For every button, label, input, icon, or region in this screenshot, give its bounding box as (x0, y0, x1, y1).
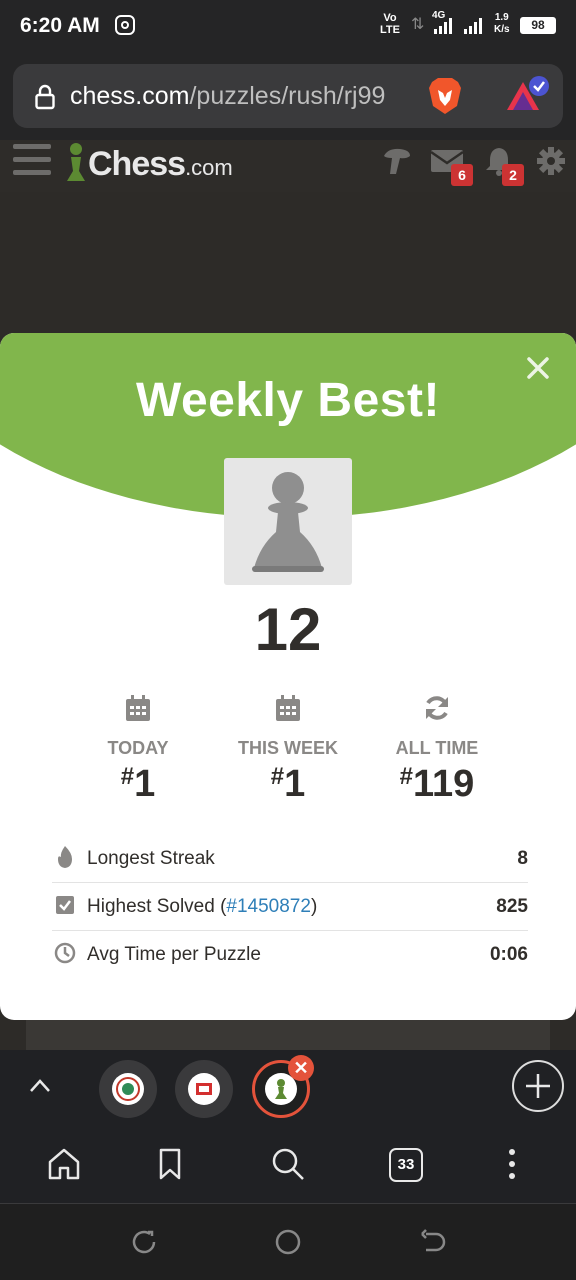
notifications-badge: 2 (502, 164, 524, 186)
stats-list: Longest Streak 8 Highest Solved (#145087… (52, 835, 528, 979)
row-value: 0:06 (489, 944, 528, 965)
stat-label: THIS WEEK (237, 738, 338, 758)
settings-gear-icon[interactable] (534, 146, 568, 176)
close-tab-button[interactable]: ✕ (288, 1055, 314, 1081)
tab-thumbnail-1[interactable] (99, 1060, 157, 1118)
brave-rewards-icon[interactable] (503, 74, 551, 114)
site-header: Chess .com 6 2 (0, 140, 576, 192)
more-menu-icon[interactable] (494, 1146, 530, 1182)
row-value: 825 (496, 896, 528, 917)
signal-icon-2 (464, 18, 482, 34)
list-item-highest-solved: Highest Solved (#1450872) 825 (52, 883, 528, 931)
browser-bottom-nav: 33 (0, 1128, 576, 1204)
tab-thumbnail-2[interactable] (175, 1060, 233, 1118)
screen: 6:20 AM Vo LTE ⇅ 4G 1.9 K/s 98 chess.com/p… (0, 0, 576, 1280)
home-icon[interactable] (46, 1146, 82, 1182)
plus-icon (526, 1074, 550, 1098)
puzzle-link[interactable]: #1450872 (226, 896, 311, 917)
stat-label: ALL TIME (395, 738, 479, 758)
checkbox-icon (56, 896, 74, 914)
stat-value: #1 (270, 763, 306, 805)
back-icon[interactable] (418, 1228, 446, 1256)
logo-text: Chess (88, 144, 186, 183)
stat-today: TODAY #1 (58, 693, 218, 806)
site-favicon (112, 1073, 144, 1105)
stat-value: #1 (120, 763, 156, 805)
logo-suffix: .com (185, 155, 233, 180)
browser-toolbar: chess.com/puzzles/rush/rj99 (0, 52, 576, 140)
tab-strip (0, 1050, 576, 1128)
instagram-icon (115, 15, 135, 35)
search-icon[interactable] (270, 1146, 306, 1182)
pawn-image (224, 458, 352, 585)
signal-icon (434, 18, 452, 34)
site-favicon (188, 1073, 220, 1105)
row-value: 8 (517, 848, 528, 869)
calendar-icon (126, 695, 150, 721)
weekly-best-modal: Weekly Best! 12 TODAY #1 THIS WEEK #1 AL… (0, 333, 576, 1020)
puzzle-score: 12 (254, 596, 322, 663)
volte-indicator: Vo LTE (380, 12, 400, 36)
status-bar: 6:20 AM Vo LTE ⇅ 4G 1.9 K/s 98 (0, 0, 576, 52)
lock-icon[interactable] (35, 84, 55, 110)
messages-badge: 6 (451, 164, 473, 186)
stat-all-time: ALL TIME #119 (357, 693, 517, 806)
stat-value: #119 (399, 763, 475, 805)
row-label: Avg Time per Puzzle (87, 944, 261, 965)
pawn-icon (252, 472, 324, 572)
tabs-count-button[interactable]: 33 (389, 1148, 423, 1182)
chevron-up-icon[interactable] (28, 1076, 52, 1094)
new-tab-button[interactable] (512, 1060, 564, 1112)
hint-icon[interactable] (380, 146, 414, 176)
list-item-longest-streak: Longest Streak 8 (52, 835, 528, 883)
recents-icon[interactable] (130, 1228, 158, 1256)
flame-icon (58, 846, 72, 868)
system-nav-bar (0, 1204, 576, 1280)
menu-icon[interactable] (13, 144, 51, 176)
refresh-icon (426, 696, 448, 720)
data-arrows-icon: ⇅ (411, 16, 425, 33)
bookmark-icon[interactable] (152, 1146, 188, 1182)
clock-icon (54, 942, 76, 964)
status-time: 6:20 AM (20, 14, 100, 37)
network-speed: 1.9 K/s (494, 12, 510, 35)
page-content-behind (26, 1018, 550, 1050)
address-bar[interactable]: chess.com/puzzles/rush/rj99 (13, 64, 563, 128)
row-label: Highest Solved (#1450872) (87, 896, 318, 917)
stat-label: TODAY (107, 738, 169, 758)
stat-this-week: THIS WEEK #1 (208, 693, 368, 806)
row-label: Longest Streak (87, 848, 215, 869)
chess-logo[interactable]: Chess .com (64, 140, 233, 188)
battery-icon: 98 (520, 17, 556, 34)
url-text[interactable]: chess.com/puzzles/rush/rj99 (70, 82, 385, 111)
home-circle-icon[interactable] (274, 1228, 302, 1256)
modal-title: Weekly Best! (136, 374, 440, 427)
brave-shields-icon[interactable] (428, 76, 462, 116)
list-item-avg-time: Avg Time per Puzzle 0:06 (52, 931, 528, 979)
pawn-logo-icon (67, 143, 85, 181)
calendar-icon (276, 695, 300, 721)
